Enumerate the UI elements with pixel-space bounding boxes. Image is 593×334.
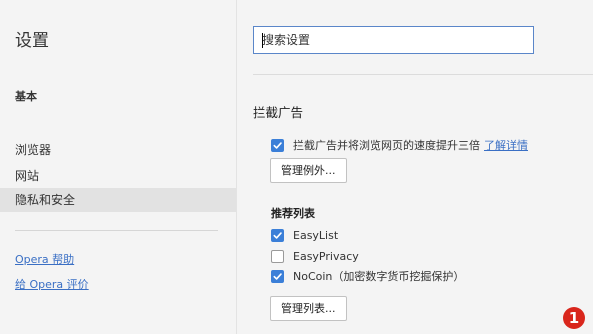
search-input[interactable]	[254, 27, 533, 53]
easyprivacy-checkbox[interactable]	[271, 249, 284, 263]
rate-opera-link[interactable]: 给 Opera 评价	[15, 276, 89, 292]
recommended-lists-title: 推荐列表	[271, 207, 315, 220]
opera-help-link[interactable]: Opera 帮助	[15, 251, 74, 267]
settings-title: 设置	[15, 31, 49, 51]
block-ads-label: 拦截广告并将浏览网页的速度提升三倍	[293, 139, 480, 152]
panel-divider	[236, 0, 237, 334]
nocoin-checkbox[interactable]	[271, 269, 284, 283]
sidebar-divider	[15, 230, 218, 231]
annotation-marker: 1	[563, 307, 585, 329]
easylist-label: EasyList	[293, 228, 339, 242]
manage-exceptions-button[interactable]: 管理例外...	[270, 158, 347, 183]
search-settings-field[interactable]	[253, 26, 534, 54]
header-divider	[253, 74, 593, 75]
checkmark-icon	[273, 231, 282, 239]
sidebar-item-browser[interactable]: 浏览器	[0, 138, 236, 162]
sidebar-item-privacy-security[interactable]: 隐私和安全	[0, 188, 236, 212]
manage-lists-button[interactable]: 管理列表...	[270, 296, 347, 321]
easylist-checkbox[interactable]	[271, 228, 284, 242]
sidebar-item-basic[interactable]: 基本	[0, 85, 236, 109]
block-ads-toggle-row[interactable]: 拦截广告并将浏览网页的速度提升三倍 了解详情	[271, 137, 528, 153]
nocoin-label: NoCoin（加密数字货币挖掘保护）	[293, 270, 465, 283]
learn-more-link[interactable]: 了解详情	[484, 137, 528, 153]
list-item-easyprivacy[interactable]: EasyPrivacy	[271, 248, 359, 264]
checkmark-icon	[273, 272, 282, 280]
list-item-easylist[interactable]: EasyList	[271, 227, 338, 243]
ad-block-section-title: 拦截广告	[253, 105, 304, 120]
text-cursor	[262, 33, 263, 48]
easyprivacy-label: EasyPrivacy	[293, 249, 359, 263]
list-item-nocoin[interactable]: NoCoin（加密数字货币挖掘保护）	[271, 268, 464, 284]
settings-sidebar: 设置 基本 浏览器 网站 隐私和安全 Opera 帮助 给 Opera 评价	[0, 0, 236, 334]
sidebar-item-websites[interactable]: 网站	[0, 164, 236, 188]
block-ads-checkbox[interactable]	[271, 138, 284, 152]
checkmark-icon	[273, 141, 282, 149]
